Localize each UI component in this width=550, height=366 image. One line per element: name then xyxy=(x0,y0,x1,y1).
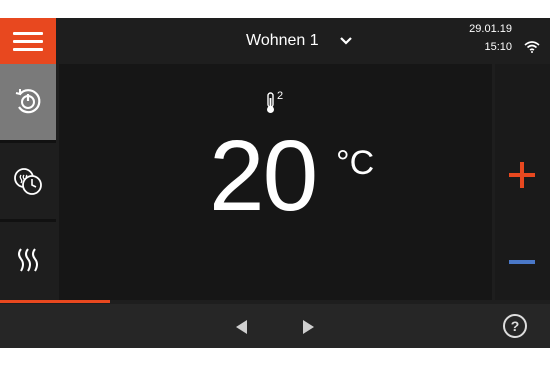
room-selector[interactable]: Wohnen 1 xyxy=(246,29,353,53)
menu-icon-line xyxy=(13,47,43,51)
previous-arrow-icon[interactable] xyxy=(236,320,248,334)
heating-mode-button[interactable] xyxy=(0,222,56,298)
next-arrow-icon[interactable] xyxy=(302,320,314,334)
setpoint-controls xyxy=(495,64,550,300)
sensor-number: 2 xyxy=(277,90,284,102)
temperature-panel: 2 20 °C xyxy=(59,64,492,300)
chevron-down-icon xyxy=(339,37,352,45)
power-cycle-icon xyxy=(15,89,41,114)
schedule-mode-button[interactable] xyxy=(0,143,56,219)
menu-icon-line xyxy=(13,31,43,35)
time-display: 15:10 xyxy=(484,41,512,53)
wifi-icon xyxy=(524,41,540,53)
temperature-unit: °C xyxy=(336,144,375,182)
thermostat-screen: Wohnen 1 29.01.19 15:10 2 20 °C ? xyxy=(0,18,550,348)
heating-schedule-icon xyxy=(14,168,42,195)
progress-fill xyxy=(0,300,110,303)
date-display: 29.01.19 xyxy=(469,23,512,35)
mode-sidebar xyxy=(0,64,56,300)
room-title: Wohnen 1 xyxy=(246,32,319,49)
power-mode-button[interactable] xyxy=(0,64,56,140)
minus-icon[interactable] xyxy=(509,260,535,264)
bottom-bar: ? xyxy=(0,304,550,348)
menu-button[interactable] xyxy=(0,18,56,64)
heating-icon xyxy=(18,248,38,272)
temperature-value: 20 xyxy=(209,120,318,232)
menu-icon-line xyxy=(13,39,43,43)
help-button[interactable]: ? xyxy=(503,314,527,338)
plus-icon[interactable] xyxy=(509,162,535,188)
